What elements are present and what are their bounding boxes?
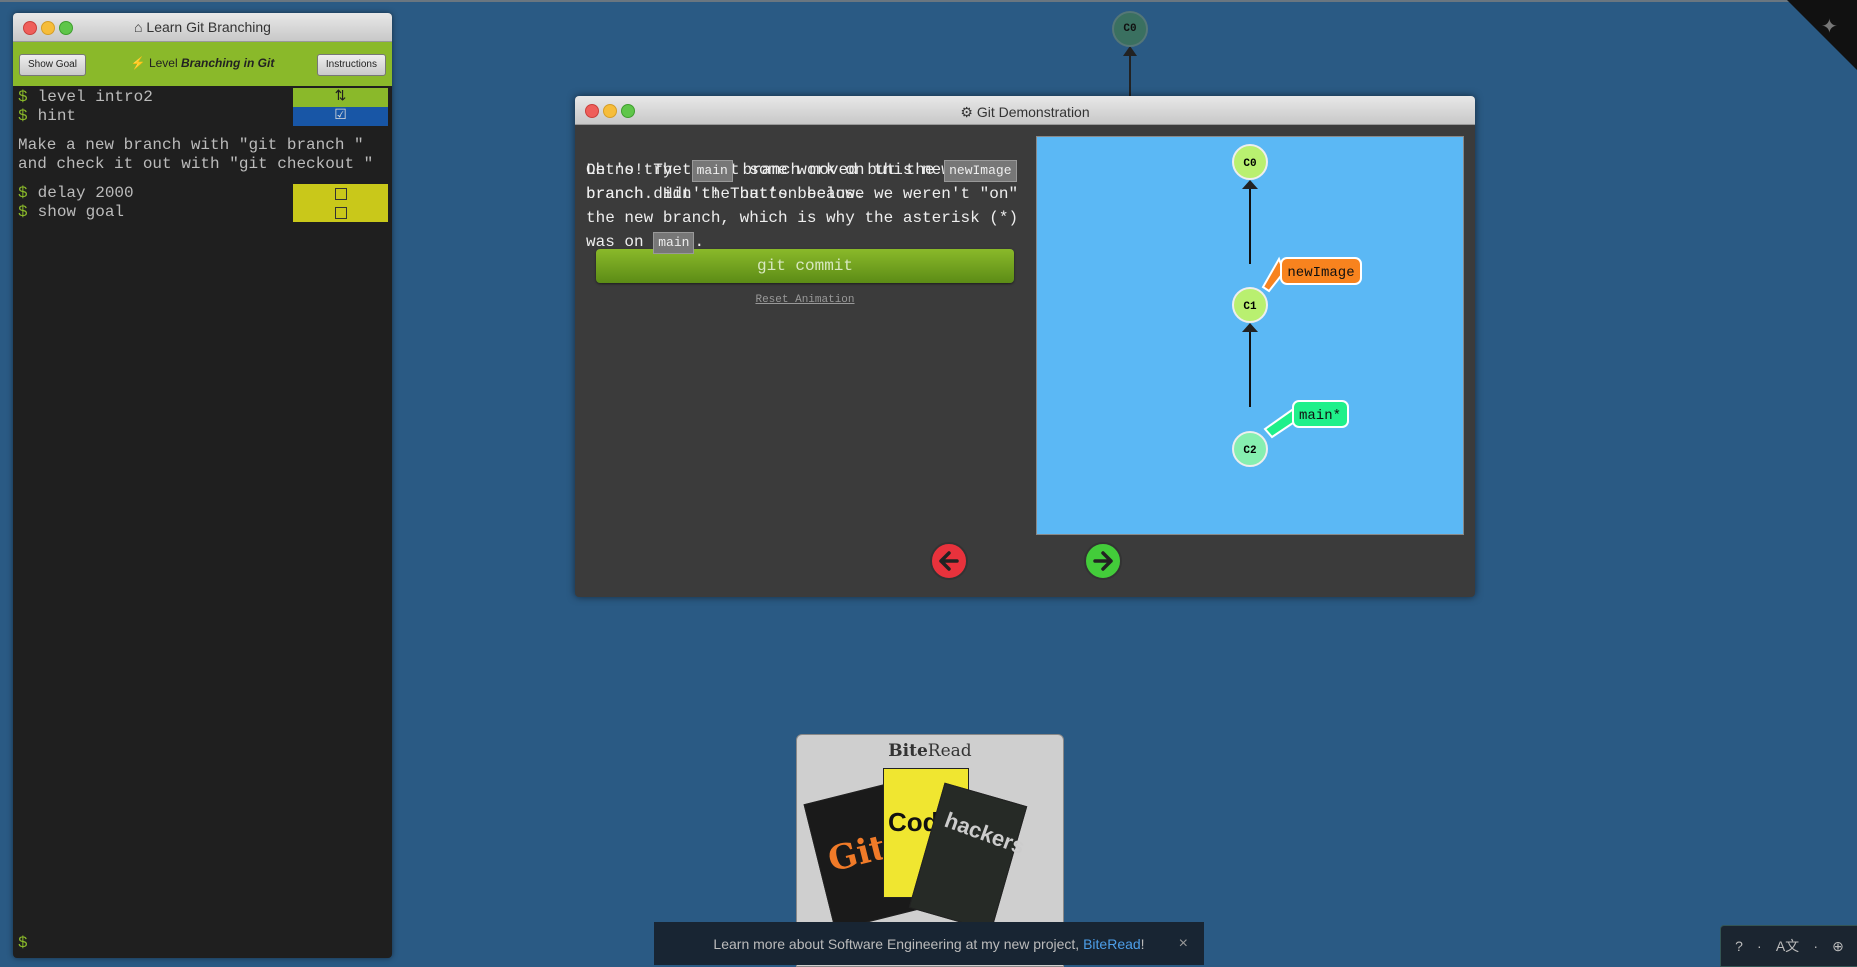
tree-edge bbox=[1129, 56, 1131, 96]
git-commit-button[interactable]: git commit bbox=[596, 249, 1014, 283]
explanation-text: Oh no! The main branch moved but the new… bbox=[586, 158, 1026, 254]
command-history: $ level intro2 ⇅ $ hint ☑ Make a new branc… bbox=[13, 86, 392, 222]
pending-box-icon bbox=[293, 203, 388, 222]
previous-button[interactable] bbox=[930, 542, 968, 580]
swap-icon: ⇅ bbox=[293, 88, 388, 107]
level-name: Branching in Git bbox=[180, 56, 275, 70]
commit-graph: C0 C1 C2 newImage main* bbox=[1232, 144, 1362, 467]
close-icon[interactable]: × bbox=[1179, 935, 1188, 953]
top-border bbox=[0, 0, 1857, 2]
git-demonstration-modal: ⚙ Git Demonstration Let's try to put som… bbox=[575, 96, 1475, 597]
commit-label: C2 bbox=[1243, 445, 1256, 457]
reset-animation-link[interactable]: Reset Animation bbox=[596, 294, 1014, 306]
threads-icon[interactable]: ⊕ bbox=[1832, 938, 1844, 955]
terminal-titlebar: ⌂ Learn Git Branching bbox=[13, 13, 392, 42]
commit-label: C1 bbox=[1243, 301, 1257, 313]
code-main: main bbox=[653, 232, 695, 254]
modal-title: ⚙ Git Demonstration bbox=[960, 104, 1090, 120]
prompt-symbol: $ bbox=[18, 107, 28, 125]
graph-arrow-icon bbox=[1242, 323, 1258, 332]
prompt-symbol: $ bbox=[18, 88, 28, 106]
help-toolbar: ? · A文 · ⊕ bbox=[1720, 925, 1857, 967]
command-row: $ show goal bbox=[13, 203, 392, 222]
arrow-right-icon bbox=[1093, 551, 1113, 571]
language-icon[interactable]: A文 bbox=[1776, 936, 1799, 956]
home-icon: ⌂ bbox=[134, 19, 143, 35]
level-bar: Show Goal ⚡ Level Branching in Git Instr… bbox=[13, 42, 392, 86]
checkbox-checked-icon: ☑ bbox=[293, 107, 388, 126]
command-row: $ delay 2000 bbox=[13, 184, 392, 203]
branch-main-label: main* bbox=[1299, 408, 1341, 424]
modal-titlebar: ⚙ Git Demonstration bbox=[575, 96, 1475, 125]
biteread-link[interactable]: BiteRead bbox=[1083, 936, 1141, 952]
promo-banner: Learn more about Software Engineering at… bbox=[654, 922, 1204, 965]
prompt-symbol: $ bbox=[18, 184, 28, 202]
graph-arrow-icon bbox=[1242, 180, 1258, 189]
code-newimage: newImage bbox=[944, 160, 1017, 182]
github-icon[interactable]: ✦ bbox=[1821, 14, 1845, 38]
arrow-left-icon bbox=[939, 551, 959, 571]
code-main: main bbox=[691, 160, 733, 182]
command-row: $ hint ☑ bbox=[13, 107, 392, 126]
commit-label: C0 bbox=[1243, 158, 1256, 170]
command-terminal: ⌂ Learn Git Branching Show Goal ⚡ Level … bbox=[13, 13, 392, 958]
prompt-symbol: $ bbox=[18, 203, 28, 221]
command-input[interactable]: $ bbox=[18, 934, 28, 952]
terminal-title: ⌂ Learn Git Branching bbox=[134, 19, 271, 35]
separator: · bbox=[1813, 938, 1818, 954]
help-icon[interactable]: ? bbox=[1735, 938, 1743, 954]
biteread-logo: BiteRead bbox=[888, 741, 972, 761]
command-row: $ level intro2 ⇅ bbox=[13, 88, 392, 107]
instructions-button[interactable]: Instructions bbox=[316, 54, 386, 76]
bolt-icon: ⚡ bbox=[130, 56, 146, 70]
commit-node: C0 bbox=[1112, 11, 1148, 47]
next-button[interactable] bbox=[1084, 542, 1122, 580]
gear-icon: ⚙ bbox=[960, 104, 973, 120]
commit-graph-canvas: C0 C1 C2 newImage main* bbox=[1036, 136, 1464, 535]
separator: · bbox=[1757, 938, 1762, 954]
hint-message: Make a new branch with "git branch " and … bbox=[18, 136, 374, 173]
tree-arrow-icon bbox=[1123, 46, 1137, 56]
pending-box-icon bbox=[293, 184, 388, 203]
branch-newimage-label: newImage bbox=[1287, 265, 1354, 281]
